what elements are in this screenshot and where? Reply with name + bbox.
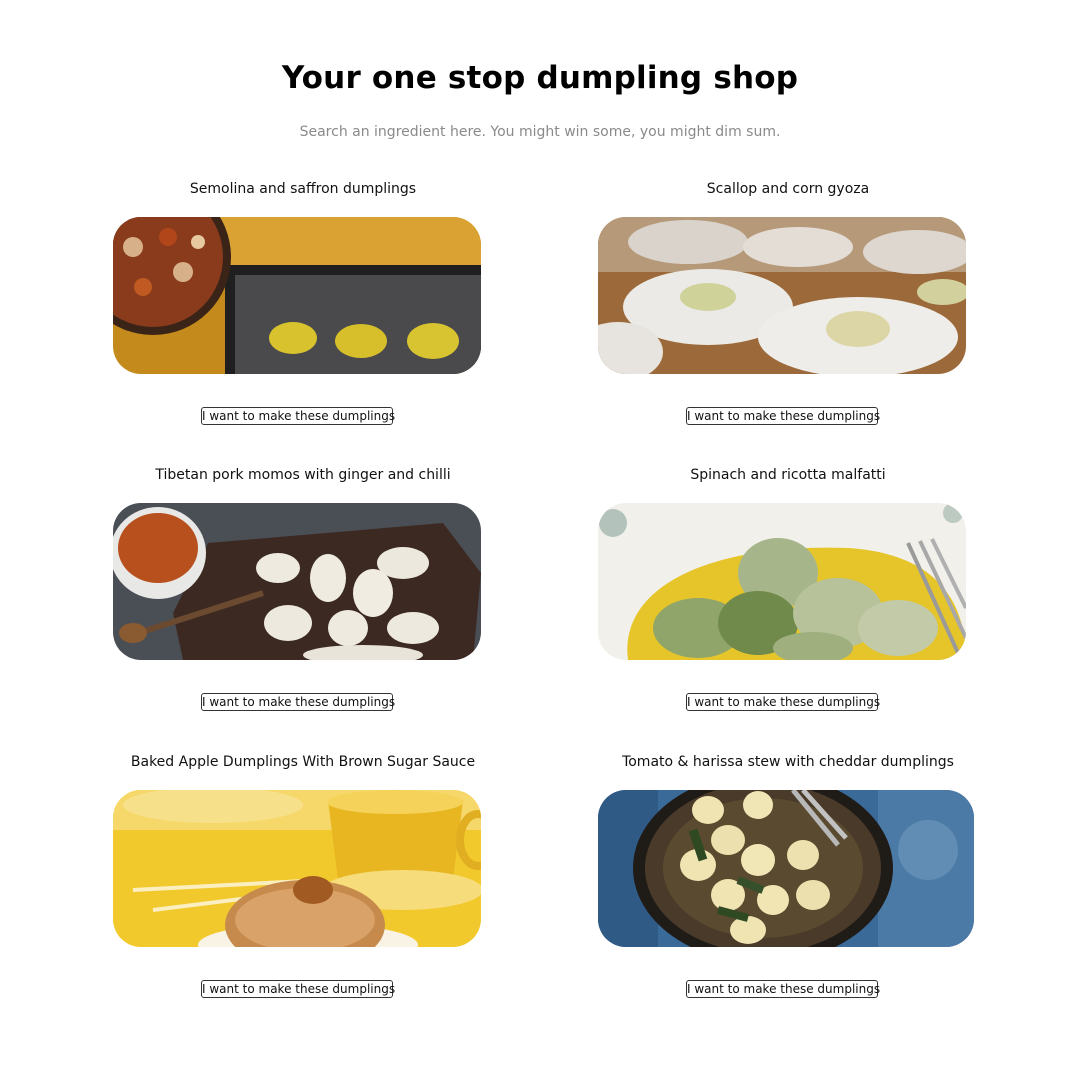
- make-dumplings-button[interactable]: I want to make these dumplings: [686, 407, 880, 425]
- recipe-image[interactable]: [113, 217, 481, 374]
- page: Your one stop dumpling shop Search an in…: [0, 0, 1080, 1080]
- recipe-image[interactable]: [598, 790, 974, 947]
- recipe-title: Tomato & harissa stew with cheddar dumpl…: [622, 754, 954, 770]
- recipe-title: Spinach and ricotta malfatti: [690, 467, 886, 483]
- recipe-image[interactable]: [113, 503, 481, 660]
- semolina-dumplings-photo: [113, 217, 481, 374]
- make-dumplings-button[interactable]: I want to make these dumplings: [201, 407, 395, 425]
- apple-dumplings-photo: [113, 790, 481, 947]
- make-dumplings-button[interactable]: I want to make these dumplings: [686, 693, 880, 711]
- make-dumplings-button[interactable]: I want to make these dumplings: [201, 693, 395, 711]
- pork-momos-photo: [113, 503, 481, 660]
- scallop-gyoza-photo: [598, 217, 966, 374]
- make-dumplings-button[interactable]: I want to make these dumplings: [201, 980, 395, 998]
- recipe-title: Scallop and corn gyoza: [706, 181, 870, 197]
- recipe-grid: Semolina and saffron dumplings I want to…: [0, 0, 1080, 1080]
- recipe-image[interactable]: [598, 503, 966, 660]
- recipe-image[interactable]: [598, 217, 966, 374]
- recipe-title: Baked Apple Dumplings With Brown Sugar S…: [130, 754, 476, 770]
- malfatti-photo: [598, 503, 966, 660]
- recipe-title: Semolina and saffron dumplings: [189, 181, 417, 197]
- recipe-title: Tibetan pork momos with ginger and chill…: [155, 467, 451, 483]
- recipe-image[interactable]: [113, 790, 481, 947]
- make-dumplings-button[interactable]: I want to make these dumplings: [686, 980, 880, 998]
- harissa-stew-photo: [598, 790, 974, 947]
